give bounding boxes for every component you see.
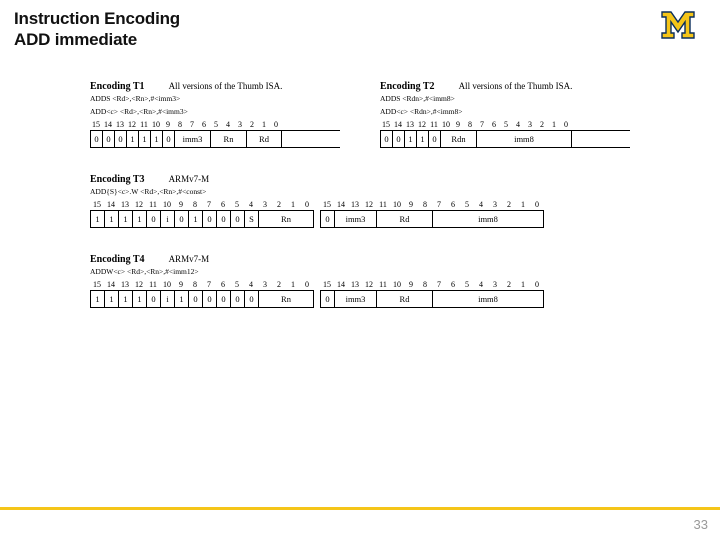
t2-syntax-2: ADD<c> <Rdn>,#<imm8> (380, 107, 630, 116)
t4-note: ARMv7-M (169, 254, 210, 264)
t1-syntax-1: ADDS <Rd>,<Rn>,#<imm3> (90, 94, 340, 103)
t3-rd: Rd (376, 211, 432, 227)
t1-rn: Rn (210, 131, 246, 147)
t2-imm8: imm8 (476, 131, 572, 147)
umich-logo-icon (660, 10, 706, 45)
encoding-t3: Encoding T3 ARMv7-M ADD{S}<c>.W <Rd>,<Rn… (90, 174, 550, 228)
slide-header: Instruction Encoding ADD immediate (0, 0, 720, 51)
t3-fields-lo: 0 imm3 Rd imm8 (320, 210, 544, 228)
t4-fields-lo: 0 imm3 Rd imm8 (320, 290, 544, 308)
encoding-t1: Encoding T1 All versions of the Thumb IS… (90, 81, 340, 148)
title-line-1: Instruction Encoding (14, 8, 180, 29)
t4-syntax-1: ADDW<c> <Rd>,<Rn>,#<imm12> (90, 267, 550, 276)
t3-rn: Rn (258, 211, 314, 227)
t4-rd: Rd (376, 291, 432, 307)
t1-fields: 0 0 0 1 1 1 0 imm3 Rn Rd (90, 130, 340, 148)
t2-syntax-1: ADDS <Rdn>,#<imm8> (380, 94, 630, 103)
t3-imm8: imm8 (432, 211, 544, 227)
t3-note: ARMv7-M (169, 174, 210, 184)
t3-syntax-1: ADD{S}<c>.W <Rd>,<Rn>,#<const> (90, 187, 550, 196)
t4-name: Encoding T4 (90, 254, 145, 265)
encoding-t2: Encoding T2 All versions of the Thumb IS… (380, 81, 630, 148)
t1-name: Encoding T1 (90, 81, 145, 92)
t1-rd: Rd (246, 131, 282, 147)
t1-syntax-2: ADD<c> <Rd>,<Rn>,#<imm3> (90, 107, 340, 116)
t4-bit-numbers: 1514131211109876543210 15141312111098765… (90, 280, 550, 289)
t1-bit-numbers: 15 14 13 12 11 10 9 8 7 6 5 4 3 2 1 0 (90, 120, 340, 129)
t3-bit-numbers: 1514131211109876543210 15141312111098765… (90, 200, 550, 209)
page-number: 33 (694, 517, 708, 532)
page-title: Instruction Encoding ADD immediate (14, 8, 180, 51)
t2-bit-numbers: 15 14 13 12 11 10 9 8 7 6 5 4 3 2 1 0 (380, 120, 630, 129)
t3-fields-hi: 11110 i 01000 S Rn (90, 210, 314, 228)
t4-rn: Rn (258, 291, 314, 307)
t1-imm3: imm3 (174, 131, 210, 147)
encoding-t4: Encoding T4 ARMv7-M ADDW<c> <Rd>,<Rn>,#<… (90, 254, 550, 308)
title-line-2: ADD immediate (14, 29, 180, 50)
t2-rdn: Rdn (440, 131, 476, 147)
t4-imm8: imm8 (432, 291, 544, 307)
t3-imm3: imm3 (334, 211, 376, 227)
footer-accent-bar (0, 507, 720, 510)
t2-note: All versions of the Thumb ISA. (459, 81, 573, 91)
slide-content: Encoding T1 All versions of the Thumb IS… (0, 51, 720, 308)
t2-fields: 0 0 1 1 0 Rdn imm8 (380, 130, 630, 148)
t2-name: Encoding T2 (380, 81, 435, 92)
t1-note: All versions of the Thumb ISA. (169, 81, 283, 91)
t3-name: Encoding T3 (90, 174, 145, 185)
t4-fields-hi: 11110 i 100000 Rn (90, 290, 314, 308)
t4-imm3: imm3 (334, 291, 376, 307)
